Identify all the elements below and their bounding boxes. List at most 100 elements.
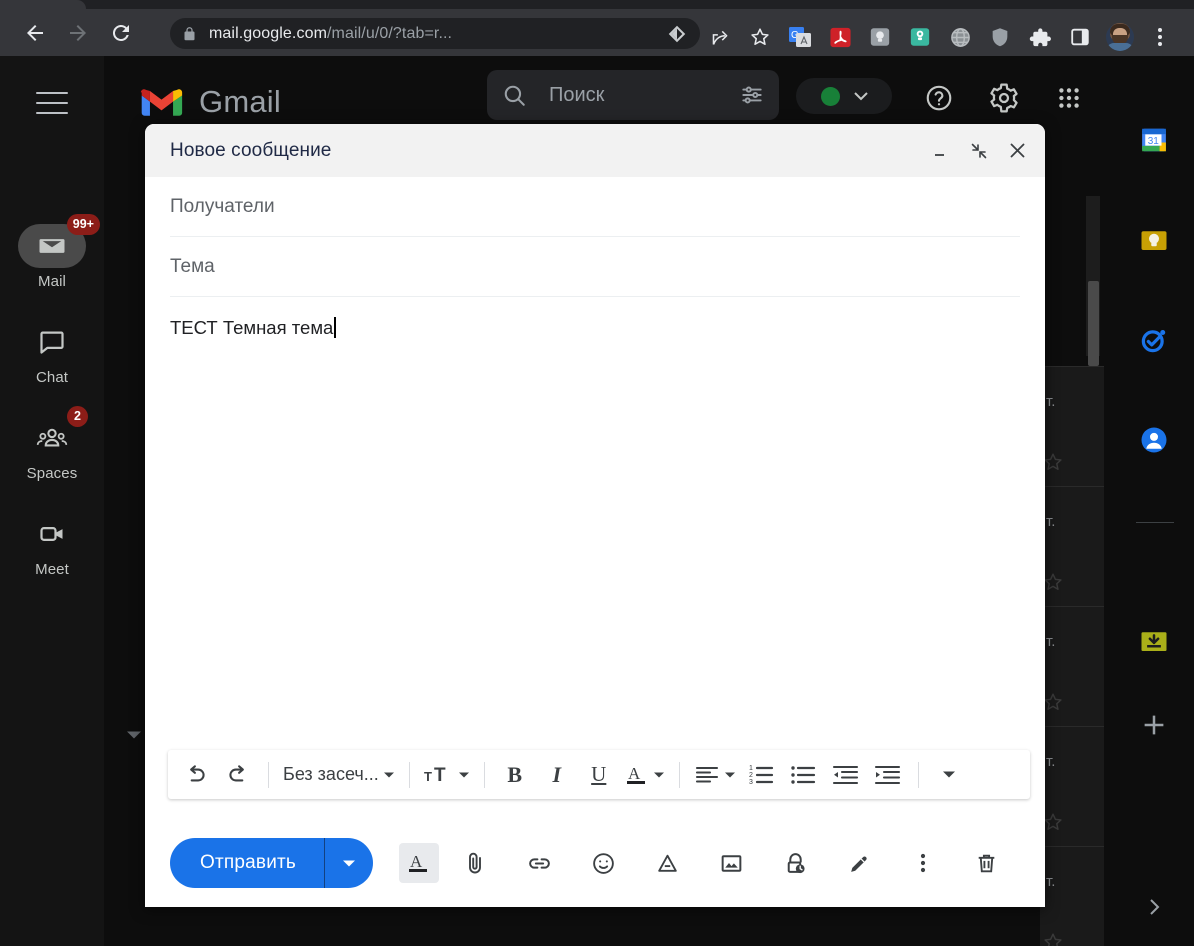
status-selector[interactable] [796, 78, 892, 114]
forward-arrow-icon [70, 24, 86, 41]
align-left-icon [695, 766, 718, 783]
gmail-logo-group[interactable]: Gmail [140, 84, 281, 120]
star-outline-icon[interactable] [1042, 571, 1064, 593]
insert-emoji-button[interactable] [583, 843, 623, 883]
underline-button[interactable]: U [579, 755, 619, 795]
green-settings-extension-icon[interactable] [900, 17, 940, 57]
star-outline-icon[interactable] [1042, 691, 1064, 713]
settings-gear-icon[interactable] [984, 78, 1024, 118]
google-apps-grid-icon[interactable] [1049, 78, 1089, 118]
row-date: т. [1046, 633, 1056, 650]
more-formatting-button[interactable] [929, 755, 969, 795]
google-contacts-icon[interactable] [1137, 423, 1171, 457]
chevron-down-icon [383, 772, 394, 777]
spaces-people-icon [36, 428, 68, 447]
more-options-button[interactable] [903, 843, 943, 883]
formatting-toolbar: Без засеч... T T B I U A 1 2 3 [168, 750, 1030, 799]
browser-profile-avatar[interactable] [1100, 17, 1140, 57]
browser-tab-strip [0, 0, 1194, 9]
google-calendar-icon[interactable]: 31 [1137, 123, 1171, 157]
star-outline-icon[interactable] [1042, 811, 1064, 833]
gmail-side-panel: 31 [1104, 56, 1194, 946]
puzzle-extensions-icon[interactable] [1020, 17, 1060, 57]
add-plus-icon[interactable] [1137, 708, 1171, 742]
send-options-button[interactable] [325, 838, 373, 888]
reload-button[interactable] [104, 16, 138, 50]
mail-pill: 99+ [18, 214, 100, 268]
address-bar-text: mail.google.com/mail/u/0/?tab=r... [209, 25, 452, 43]
text-color-button[interactable]: A [621, 755, 669, 795]
sidebar-item-meet[interactable]: Meet [0, 512, 104, 578]
font-family-label: Без засеч... [283, 764, 379, 784]
bold-button[interactable]: B [495, 755, 535, 795]
font-size-select[interactable]: T T [420, 755, 474, 795]
globe-extension-icon[interactable] [940, 17, 980, 57]
send-button[interactable]: Отправить [170, 838, 374, 888]
recipients-field[interactable]: Получатели [170, 177, 1020, 237]
insert-link-button[interactable] [519, 843, 559, 883]
indent-decrease-button[interactable] [826, 755, 866, 795]
collapse-full-screen-icon[interactable] [965, 137, 993, 165]
subject-placeholder: Тема [170, 255, 215, 277]
main-menu-button[interactable] [36, 92, 68, 114]
search-input[interactable]: Поиск [487, 70, 779, 120]
message-body[interactable]: ТЕСТ Темная тема [170, 297, 1020, 717]
undo-button[interactable] [176, 755, 216, 795]
mail-list-scrollbar-thumb[interactable] [1088, 281, 1099, 366]
google-translate-icon[interactable]: G [780, 17, 820, 57]
mail-unread-badge: 99+ [66, 214, 100, 235]
star-outline-icon[interactable] [1042, 451, 1064, 473]
insert-signature-button[interactable] [839, 843, 879, 883]
subject-field[interactable]: Тема [170, 237, 1020, 297]
chevron-right-icon[interactable] [1137, 890, 1171, 924]
browser-tab-active[interactable] [0, 0, 86, 9]
help-icon[interactable] [919, 78, 959, 118]
insert-link-icon [528, 857, 550, 869]
gmail-wordmark: Gmail [199, 84, 281, 119]
side-panel-divider [1136, 522, 1174, 523]
google-keep-icon[interactable] [1137, 223, 1171, 257]
lightbulb-grey-extension-icon[interactable] [860, 17, 900, 57]
compose-header[interactable]: Новое сообщение [145, 124, 1045, 177]
formatting-options-button[interactable]: A [399, 843, 440, 883]
get-addons-icon[interactable] [1137, 624, 1171, 658]
sidebar-item-mail[interactable]: 99+ Mail [0, 214, 104, 290]
confidential-mode-button[interactable] [775, 843, 815, 883]
indent-increase-button[interactable] [868, 755, 908, 795]
redo-button[interactable] [218, 755, 258, 795]
google-tasks-icon[interactable] [1137, 323, 1171, 357]
align-button[interactable] [690, 755, 740, 795]
insert-photo-button[interactable] [711, 843, 751, 883]
star-outline-icon[interactable] [1042, 931, 1064, 946]
font-family-select[interactable]: Без засеч... [279, 755, 399, 795]
tune-icon[interactable] [739, 82, 765, 108]
sidebar-item-spaces[interactable]: 2 Spaces [0, 406, 104, 482]
back-button[interactable] [18, 16, 52, 50]
adobe-acrobat-icon[interactable] [820, 17, 860, 57]
svg-text:3: 3 [749, 779, 753, 786]
share-icon[interactable] [700, 17, 740, 57]
shield-extension-icon[interactable] [980, 17, 1020, 57]
discard-draft-button[interactable] [966, 843, 1006, 883]
chrome-menu-icon[interactable] [1140, 17, 1180, 57]
address-bar[interactable]: mail.google.com/mail/u/0/?tab=r... [170, 18, 700, 49]
side-panel-icon[interactable] [1060, 17, 1100, 57]
insert-drive-button[interactable] [647, 843, 687, 883]
bookmark-star-icon[interactable] [740, 17, 780, 57]
forward-button[interactable] [61, 16, 95, 50]
toolbar-divider [408, 761, 410, 788]
numbered-list-button[interactable]: 123 [742, 755, 782, 795]
attach-file-button[interactable] [455, 843, 495, 883]
bulleted-list-button[interactable] [784, 755, 824, 795]
minimize-icon[interactable] [927, 137, 955, 165]
indent-increase-icon [875, 765, 901, 784]
sidebar-item-chat[interactable]: Chat [0, 320, 104, 386]
close-icon[interactable] [1003, 137, 1031, 165]
site-settings-icon[interactable] [666, 23, 688, 45]
indent-decrease-icon [833, 765, 859, 784]
italic-button[interactable]: I [537, 755, 577, 795]
list-collapse-chevron[interactable] [126, 730, 142, 741]
confidential-mode-icon [787, 852, 805, 873]
chevron-down-icon [343, 860, 356, 866]
sidebar-item-label: Spaces [26, 465, 78, 482]
